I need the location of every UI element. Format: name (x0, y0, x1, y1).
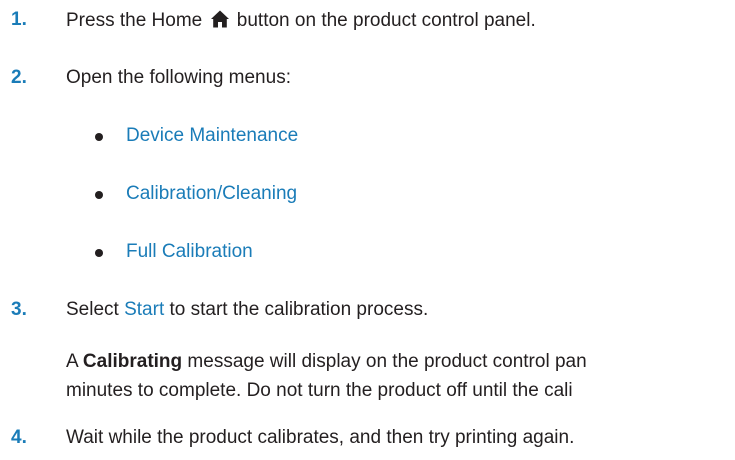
calibrating-note: A Calibrating message will display on th… (66, 347, 587, 405)
menu-item-label[interactable]: Calibration/Cleaning (126, 183, 297, 205)
step-text: Wait while the product calibrates, and t… (66, 427, 575, 448)
bullet-icon (95, 249, 103, 257)
start-link[interactable]: Start (124, 299, 164, 320)
home-icon (210, 10, 229, 28)
step-number: 2. (11, 67, 27, 88)
note-line-1-rest: message will display on the product cont… (187, 351, 587, 372)
step-text: Open the following menus: (66, 67, 291, 88)
step-number: 4. (11, 427, 27, 448)
step-text-before: Press the Home (66, 10, 203, 31)
step-number: 3. (11, 299, 27, 320)
note-bold-term: Calibrating (82, 351, 183, 372)
menu-item-label[interactable]: Device Maintenance (126, 125, 298, 147)
note-line-2: minutes to complete. Do not turn the pro… (66, 380, 573, 401)
note-prefix: A (66, 351, 78, 372)
step-text: Select Start to start the calibration pr… (66, 299, 428, 321)
bullet-icon (95, 191, 103, 199)
step-text-after: to start the calibration process. (169, 299, 429, 320)
bullet-icon (95, 133, 103, 141)
note-line-1: A Calibrating message will display on th… (66, 347, 587, 376)
step-text: Press the Home button on the product con… (66, 9, 536, 32)
step-number: 1. (11, 9, 27, 30)
step-text-after: button on the product control panel. (236, 10, 536, 31)
step-text-before: Select (66, 299, 119, 320)
menu-item-label[interactable]: Full Calibration (126, 241, 253, 263)
